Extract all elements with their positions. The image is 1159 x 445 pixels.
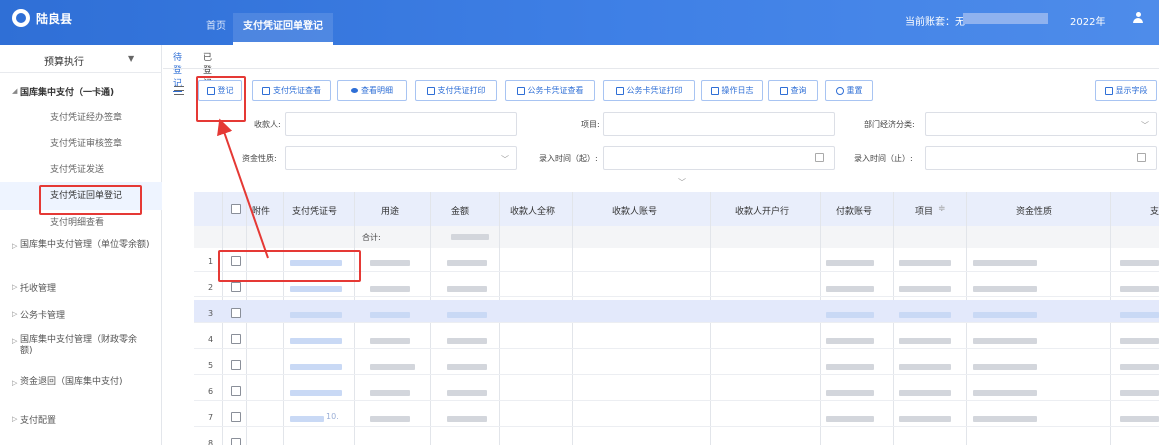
annotation-arrow [217, 118, 269, 259]
